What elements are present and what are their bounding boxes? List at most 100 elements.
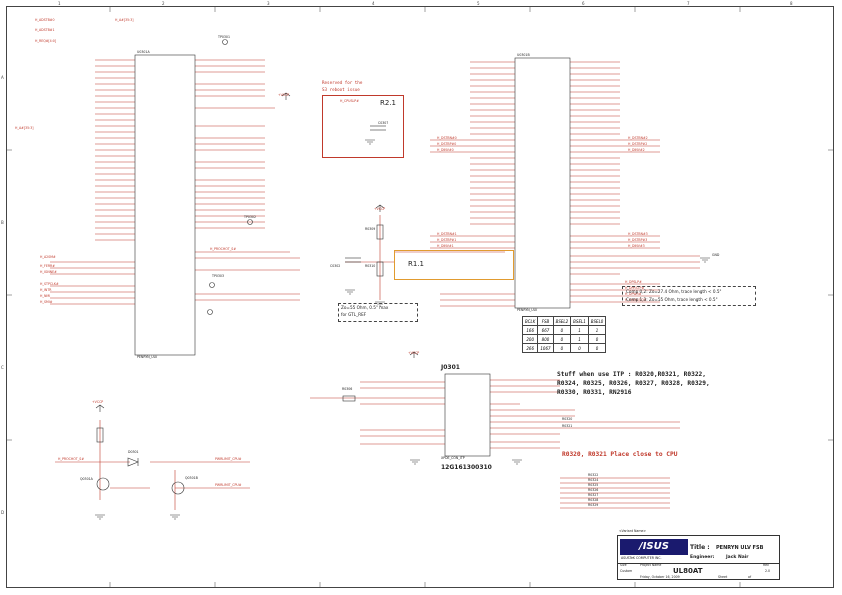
- reserved-note-line1: Reserved for the: [322, 80, 363, 85]
- c0302-label: C0302: [330, 264, 341, 268]
- net-label-dstbp3: H_DSTBP#3: [628, 238, 648, 242]
- bsel-cell: 0: [570, 343, 589, 353]
- zo-note-line1: Zo=55 Ohm, 0.5" max: [341, 305, 389, 310]
- r0327-label: R0327: [588, 493, 599, 497]
- schematic-sheet: 1 2 3 4 5 6 7 8 A B C D H_ADSTB#0 H_ADST…: [0, 0, 842, 595]
- zone-label-d: D: [1, 510, 5, 515]
- size-label: Size: [620, 563, 627, 567]
- place-close-note: R0320, R0321 Place close to CPU: [562, 451, 678, 458]
- itp-note-line3: R0330, R0331, RN2916: [557, 389, 632, 396]
- custom-label: Custom: [620, 569, 633, 573]
- bsel-cell: 667: [537, 325, 554, 335]
- bsel-table-row: 266 1067 0 0 0: [521, 343, 607, 353]
- zone-label-4: 4: [372, 1, 375, 6]
- bsel-cell: 1067: [537, 343, 554, 353]
- net-label-req: H_REQ#[4:0]: [35, 39, 57, 43]
- bsel-cell: 800: [537, 334, 554, 344]
- connector-ref: J0301: [441, 364, 460, 371]
- r0320-label: R0320: [562, 417, 573, 421]
- itp-note-line2: R0324, R0325, R0326, R0327, R0328, R0329…: [557, 380, 710, 387]
- net-label-pwrlimit-cpu: PWRLIMIT_CPU#: [215, 483, 242, 487]
- comp-note-line1: Comp 0,2: Zo=27.4 Ohm, trace length < 0.…: [626, 289, 722, 294]
- sheet-date: Friday, October 16, 2009: [640, 575, 680, 579]
- net-label-ferr: H_FERR#: [40, 264, 55, 268]
- engineer-label: Engineer:: [690, 555, 715, 560]
- bsel-cell: 0: [587, 334, 607, 344]
- net-label-dstbn0: H_DSTBN#0: [437, 136, 457, 140]
- connector-part: 12G161300310: [441, 464, 492, 471]
- net-label-dstbn3: H_DSTBN#3: [628, 232, 648, 236]
- q0301b-label: Q0301B: [185, 476, 198, 480]
- r0309-label: R0309: [365, 227, 376, 231]
- zone-label-3: 3: [267, 1, 270, 6]
- c0307-label: C0307: [378, 121, 389, 125]
- project-name: UL80AT: [673, 567, 703, 575]
- bsel-table: BCLK FSB BSEL2 BSEL1 BSEL0 166 667 0 1 1…: [521, 316, 607, 353]
- net-label-a-bus: H_A#[35:3]: [115, 18, 134, 22]
- bsel-header-cell: BSEL0: [587, 316, 607, 326]
- r0325-label: R0325: [588, 483, 599, 487]
- zone-label-2: 2: [162, 1, 165, 6]
- zone-label-b: B: [1, 220, 4, 225]
- net-label-dstbp1: H_DSTBP#1: [437, 238, 457, 242]
- r0306-label: R0306: [342, 387, 353, 391]
- zone-label-5: 5: [477, 1, 480, 6]
- r0310-label: R0310: [365, 264, 376, 268]
- r0326-label: R0326: [588, 488, 599, 492]
- vendor-label: <Variant Name>: [619, 529, 647, 533]
- project-label: Project Name: [640, 563, 662, 567]
- net-label-dstbp0: H_DSTBP#0: [437, 142, 457, 146]
- tp0302-label: TP0302: [244, 215, 256, 219]
- zo-note-line2: for GTL_REF: [341, 312, 367, 317]
- net-label-cpuslp: H_CPUSLP#: [340, 99, 359, 103]
- q0301a-label: Q0301A: [80, 477, 93, 481]
- bsel-header-cell: BSEL2: [552, 316, 572, 326]
- bsel-table-row: 166 667 0 1 1: [521, 325, 607, 335]
- bsel-cell: 166: [521, 325, 539, 335]
- bsel-header-cell: FSB: [537, 316, 554, 326]
- vccp-label-gtl: +VCCP: [374, 207, 386, 211]
- net-label-dinv0: H_DINV#0: [437, 148, 454, 152]
- zone-label-7: 7: [687, 1, 690, 6]
- reserved-note-line2: S3 reboot issue: [322, 87, 360, 92]
- net-label-dinv3: H_DINV#3: [628, 244, 645, 248]
- zone-label-1: 1: [58, 1, 61, 6]
- revision-r21: R2.1: [380, 99, 396, 107]
- net-label-prochot-cpu: PWRLIMIT_CPU#: [215, 457, 242, 461]
- net-label-addstb1: H_ADSTB#1: [35, 28, 55, 32]
- zone-label-8: 8: [790, 1, 793, 6]
- sheet-title: PENRYN ULV FSB: [716, 545, 764, 551]
- itp-note-line1: Stuff when use ITP : R0320,R0321, R0322,: [557, 371, 707, 378]
- net-label-a20m: H_A20M#: [40, 255, 56, 259]
- cpu-b-part: PENRYN_ULV: [517, 308, 538, 312]
- vccp-label-itp: +VCCP: [408, 351, 420, 355]
- cpu-a-ref: U0301A: [137, 50, 150, 54]
- bsel-table-header: BCLK FSB BSEL2 BSEL1 BSEL0: [521, 316, 607, 326]
- of-label: of: [748, 575, 752, 579]
- engineer-name: Jack Nair: [726, 555, 749, 560]
- net-label-dstbn1: H_DSTBN#1: [437, 232, 457, 236]
- bsel-header-cell: BCLK: [521, 316, 539, 326]
- net-label-intr: H_INTR: [40, 288, 52, 292]
- net-label-stpclk: H_STPCLK#: [40, 282, 59, 286]
- r0329-label: R0329: [588, 503, 599, 507]
- cpu-a-part: PENRYN_ULV: [137, 355, 158, 359]
- company-name: ASUSTeK COMPUTER INC.: [621, 556, 662, 560]
- net-label-dinv1: H_DINV#1: [437, 244, 454, 248]
- vccp-label-cpu-a: +VCCP: [278, 93, 290, 97]
- net-label-ignne: H_IGNNE#: [40, 270, 57, 274]
- vccp-label-prochot: +VCCP: [92, 400, 104, 404]
- net-label-smi: H_SMI#: [40, 300, 53, 304]
- r0324-label: R0324: [588, 478, 599, 482]
- bsel-cell: 200: [521, 334, 539, 344]
- net-label-dpslp: H_DPSLP#: [625, 280, 642, 284]
- net-label-prochot-in: H_PROCHOT_S#: [58, 457, 85, 461]
- tp0303-label: TP0303: [212, 274, 224, 278]
- bsel-cell: 1: [570, 334, 589, 344]
- net-label-a-bus-2: H_A#[35:3]: [15, 126, 34, 130]
- revision-r11: R1.1: [408, 260, 424, 268]
- connector-name: XPDE_CON_ITP: [441, 456, 465, 460]
- comp-note-line2: Comp 1,3: Zo=55 Ohm, trace length < 0.5": [626, 297, 718, 302]
- zone-label-a: A: [1, 75, 4, 80]
- bsel-cell: 0: [552, 334, 572, 344]
